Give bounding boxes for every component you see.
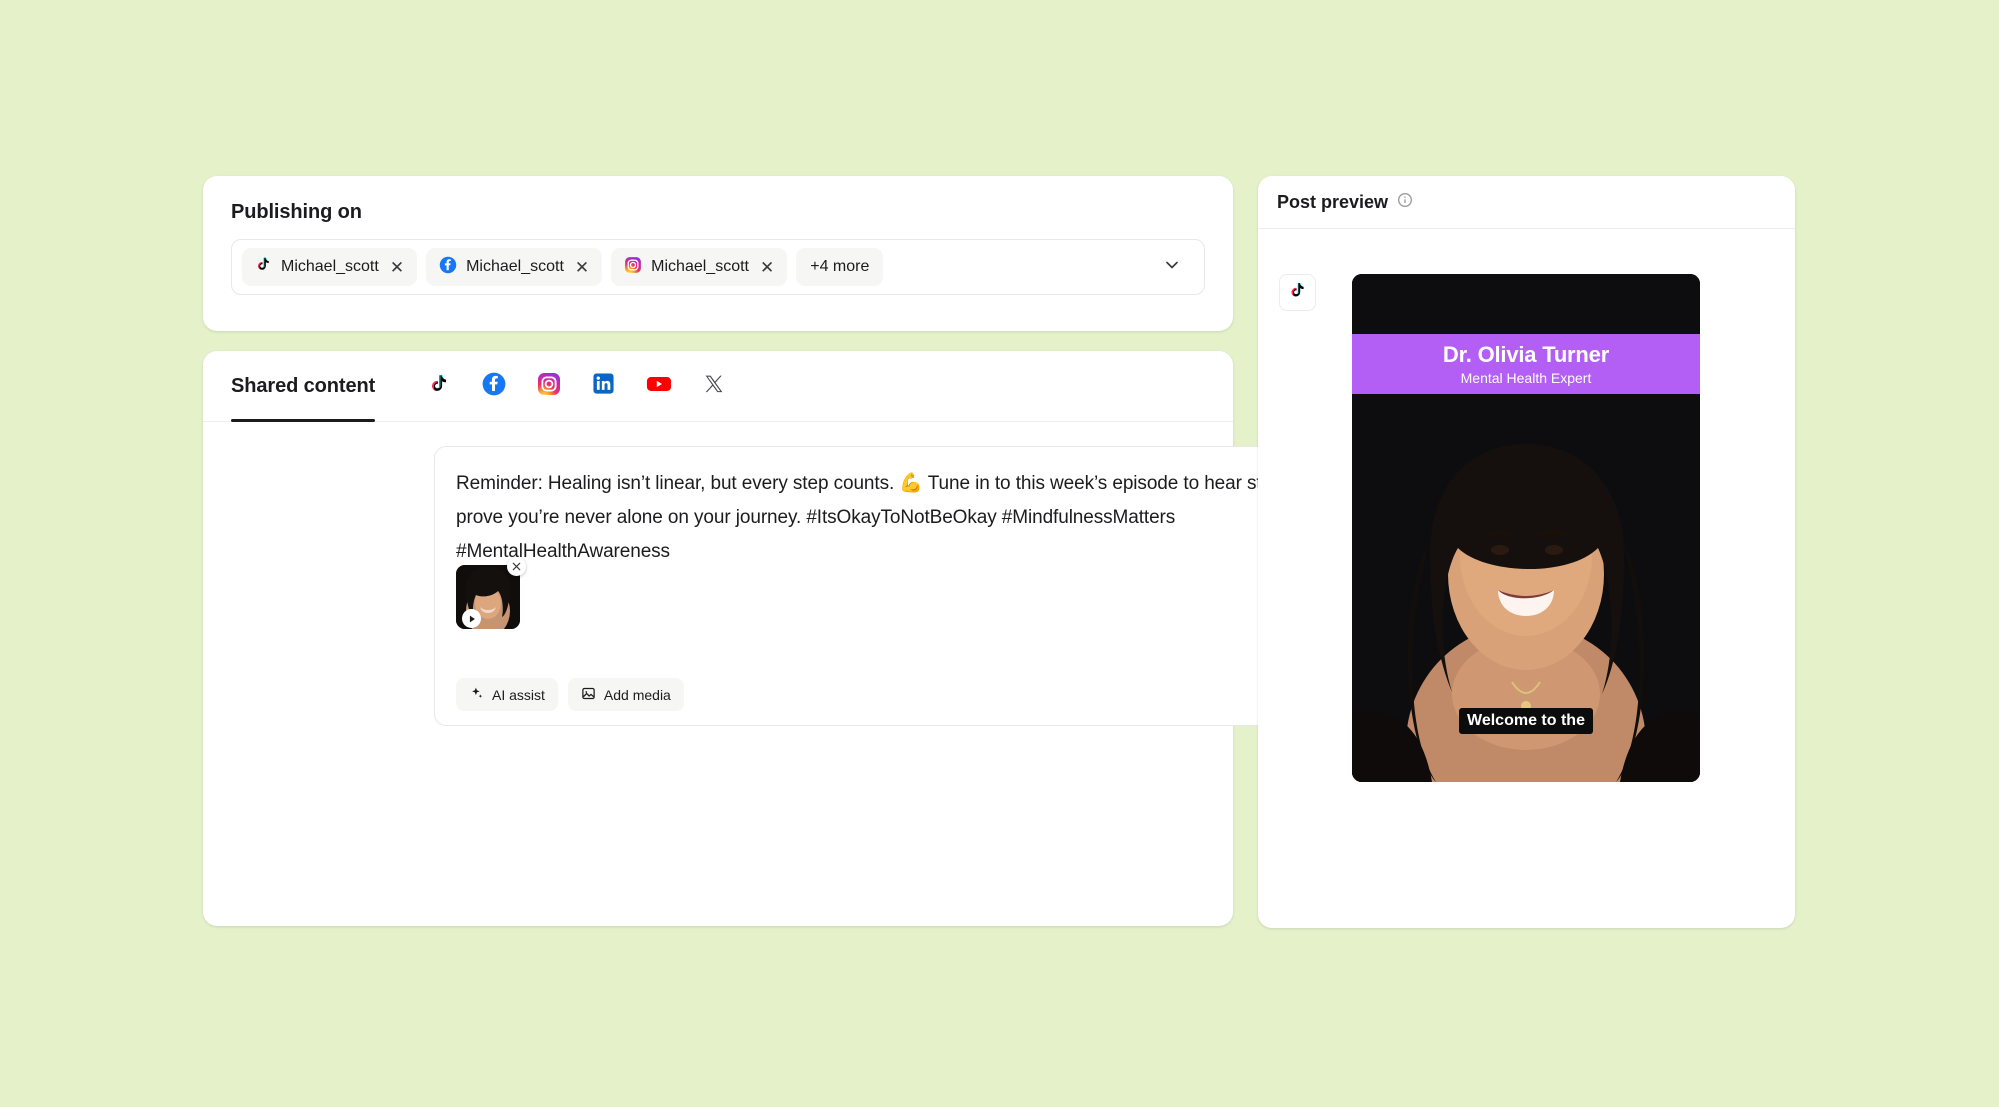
image-icon xyxy=(581,686,596,704)
tab-shared-content[interactable]: Shared content xyxy=(231,351,381,422)
sparkle-icon xyxy=(469,686,484,704)
tiktok-icon xyxy=(255,256,272,278)
accounts-selector-field[interactable]: Michael_scott ✕ Michael_scott ✕ Michael_… xyxy=(231,239,1205,295)
tab-shared-content-label: Shared content xyxy=(231,374,376,397)
preview-video-banner: Dr. Olivia Turner Mental Health Expert xyxy=(1352,334,1700,394)
remove-media-icon[interactable] xyxy=(507,557,526,576)
tab-x[interactable] xyxy=(686,351,741,422)
add-media-label: Add media xyxy=(603,686,671,703)
app-root: Publishing on Michael_scott ✕ Michael_sc… xyxy=(0,0,1999,1107)
account-chip-instagram[interactable]: Michael_scott ✕ xyxy=(611,248,788,286)
composer-actions: AI assist Add media xyxy=(456,678,684,711)
tab-youtube[interactable] xyxy=(631,351,686,422)
info-icon[interactable] xyxy=(1397,192,1413,213)
facebook-icon xyxy=(439,256,457,279)
preview-banner-subtitle: Mental Health Expert xyxy=(1460,370,1592,386)
more-accounts-chip[interactable]: +4 more xyxy=(796,248,884,286)
tab-instagram[interactable] xyxy=(521,351,576,422)
account-chip-label: Michael_scott xyxy=(466,258,564,275)
remove-account-icon[interactable]: ✕ xyxy=(390,259,404,276)
tiktok-icon xyxy=(428,373,450,400)
instagram-icon xyxy=(537,372,561,401)
post-preview-body: Dr. Olivia Turner Mental Health Expert W… xyxy=(1258,229,1795,928)
preview-video-caption: Welcome to the xyxy=(1459,708,1593,734)
instagram-icon xyxy=(624,256,642,279)
tab-tiktok[interactable] xyxy=(411,351,466,422)
tab-linkedin[interactable] xyxy=(576,351,631,422)
ai-assist-label: AI assist xyxy=(492,686,545,703)
composer-text[interactable]: Reminder: Healing isn’t linear, but ever… xyxy=(456,467,1383,569)
account-chip-label: Michael_scott xyxy=(281,258,379,275)
account-chip-label: Michael_scott xyxy=(651,258,749,275)
add-media-button[interactable]: Add media xyxy=(567,678,684,711)
account-chip-facebook[interactable]: Michael_scott ✕ xyxy=(426,248,603,286)
post-preview-card: Post preview Dr. Olivia Turner Mental He… xyxy=(1258,176,1795,928)
facebook-icon xyxy=(482,372,506,401)
chevron-down-icon xyxy=(1162,255,1182,280)
publishing-on-card: Publishing on Michael_scott ✕ Michael_sc… xyxy=(203,176,1233,331)
ai-assist-button[interactable]: AI assist xyxy=(456,678,558,711)
remove-account-icon[interactable]: ✕ xyxy=(760,259,774,276)
preview-platform-tiktok[interactable] xyxy=(1279,274,1316,311)
tab-facebook[interactable] xyxy=(466,351,521,422)
post-preview-title: Post preview xyxy=(1277,191,1389,212)
publishing-on-title: Publishing on xyxy=(231,201,362,223)
linkedin-icon xyxy=(592,372,615,400)
shared-content-card: Shared content Reminder: Healing isn’t l… xyxy=(203,351,1408,926)
tiktok-icon xyxy=(1288,281,1307,305)
accounts-dropdown-toggle[interactable] xyxy=(1162,255,1194,280)
youtube-icon xyxy=(646,371,672,402)
platform-tabs: Shared content xyxy=(203,351,1233,422)
account-chip-tiktok[interactable]: Michael_scott ✕ xyxy=(242,248,418,286)
remove-account-icon[interactable]: ✕ xyxy=(575,259,589,276)
preview-video-frame[interactable]: Dr. Olivia Turner Mental Health Expert W… xyxy=(1352,274,1700,782)
x-icon xyxy=(704,374,724,399)
preview-banner-name: Dr. Olivia Turner xyxy=(1442,342,1610,367)
post-preview-header: Post preview xyxy=(1258,176,1795,229)
play-media-icon[interactable] xyxy=(462,609,481,628)
